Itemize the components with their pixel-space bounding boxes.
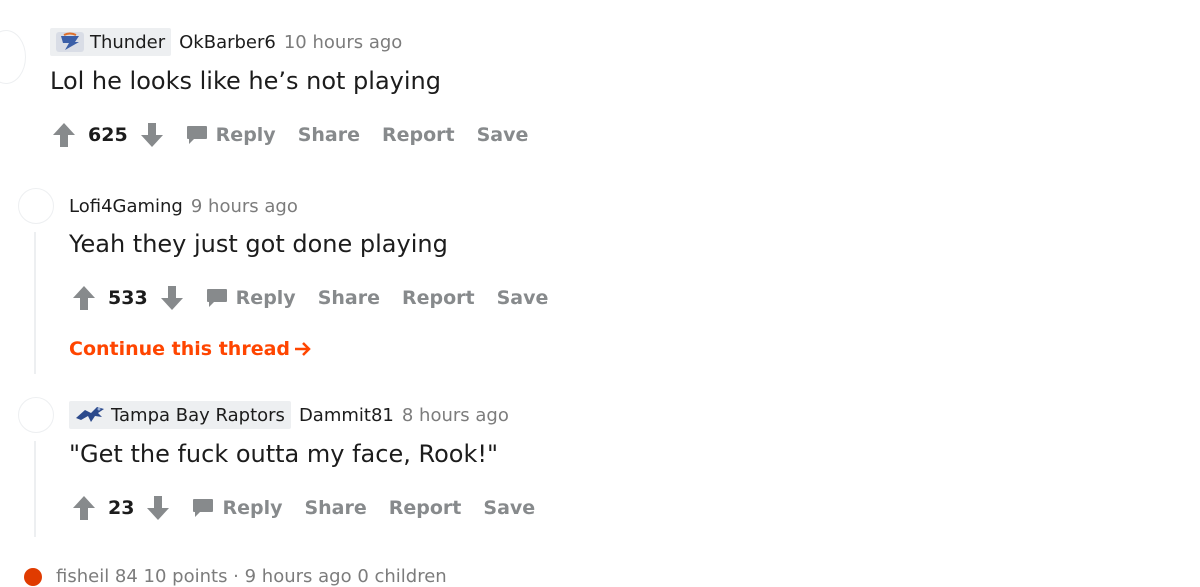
timestamp[interactable]: 10 hours ago: [284, 32, 402, 53]
score: 533: [108, 287, 148, 309]
report-label: Report: [388, 497, 462, 519]
report-button[interactable]: Report: [389, 497, 462, 519]
comment-actions: 533 Reply Share Report Save: [72, 283, 548, 313]
raptors-logo-icon: [76, 407, 104, 422]
comment-bubble-icon: [186, 126, 207, 144]
vote-controls: 23: [72, 495, 170, 521]
continue-thread-label: Continue this thread: [69, 338, 291, 360]
share-label: Share: [297, 124, 360, 146]
user-flair: Thunder: [50, 28, 172, 56]
avatar[interactable]: [18, 188, 54, 224]
score: 23: [108, 497, 135, 519]
upvote-icon[interactable]: [72, 495, 96, 521]
author-link[interactable]: OkBarber6: [179, 32, 276, 53]
comment-body: "Get the fuck outta my face, Rook!": [69, 440, 498, 468]
comment-body: Yeah they just got done playing: [69, 230, 448, 258]
comment-actions: 625 Reply Share Report Save: [52, 120, 528, 150]
share-label: Share: [304, 497, 367, 519]
save-button[interactable]: Save: [497, 287, 549, 309]
user-flair: Tampa Bay Raptors: [69, 401, 291, 429]
avatar[interactable]: [18, 397, 54, 433]
upvote-icon[interactable]: [72, 285, 96, 311]
reply-label: Reply: [215, 124, 276, 146]
report-label: Report: [401, 287, 475, 309]
downvote-icon[interactable]: [146, 495, 170, 521]
comment-meta: Thunder OkBarber6 10 hours ago: [50, 27, 402, 57]
comment-actions: 23 Reply Share Report Save: [72, 493, 535, 523]
thread-line[interactable]: [34, 441, 36, 537]
report-button[interactable]: Report: [402, 287, 475, 309]
comment-meta: Lofi4Gaming 9 hours ago: [69, 192, 298, 220]
collapsed-comment[interactable]: fisheil 84 10 points · 9 hours ago 0 chi…: [24, 566, 447, 587]
reply-button[interactable]: Reply: [206, 287, 296, 309]
thread-line[interactable]: [34, 232, 36, 374]
report-label: Report: [381, 124, 455, 146]
vote-controls: 625: [52, 122, 164, 148]
arrow-right-icon: [295, 342, 311, 356]
flair-text: Tampa Bay Raptors: [111, 404, 285, 426]
save-label: Save: [496, 287, 549, 309]
downvote-icon[interactable]: [140, 122, 164, 148]
share-button[interactable]: Share: [304, 497, 366, 519]
share-button[interactable]: Share: [298, 124, 360, 146]
score: 625: [88, 124, 128, 146]
timestamp[interactable]: 9 hours ago: [191, 196, 298, 217]
vote-controls: 533: [72, 285, 184, 311]
reply-button[interactable]: Reply: [192, 497, 282, 519]
expand-icon[interactable]: [24, 567, 42, 586]
reply-label: Reply: [222, 497, 283, 519]
save-button[interactable]: Save: [477, 124, 529, 146]
report-button[interactable]: Report: [382, 124, 455, 146]
collapsed-comment-text: fisheil 84 10 points · 9 hours ago 0 chi…: [56, 566, 447, 587]
save-button[interactable]: Save: [483, 497, 535, 519]
flair-text: Thunder: [90, 31, 166, 53]
author-link[interactable]: Lofi4Gaming: [69, 196, 183, 217]
comment-meta: Tampa Bay Raptors Dammit81 8 hours ago: [69, 400, 509, 430]
thunder-logo-icon: [56, 32, 84, 52]
timestamp[interactable]: 8 hours ago: [402, 405, 509, 426]
reply-button[interactable]: Reply: [186, 124, 276, 146]
comment-bubble-icon: [206, 289, 227, 307]
author-link[interactable]: Dammit81: [299, 405, 394, 426]
downvote-icon[interactable]: [160, 285, 184, 311]
save-label: Save: [476, 124, 529, 146]
upvote-icon[interactable]: [52, 122, 76, 148]
save-label: Save: [483, 497, 536, 519]
reply-label: Reply: [235, 287, 296, 309]
avatar[interactable]: [0, 30, 26, 84]
continue-thread-link[interactable]: Continue this thread: [69, 338, 313, 360]
share-label: Share: [317, 287, 380, 309]
share-button[interactable]: Share: [318, 287, 380, 309]
comment-bubble-icon: [193, 499, 214, 517]
comment-body: Lol he looks like he’s not playing: [50, 67, 441, 95]
